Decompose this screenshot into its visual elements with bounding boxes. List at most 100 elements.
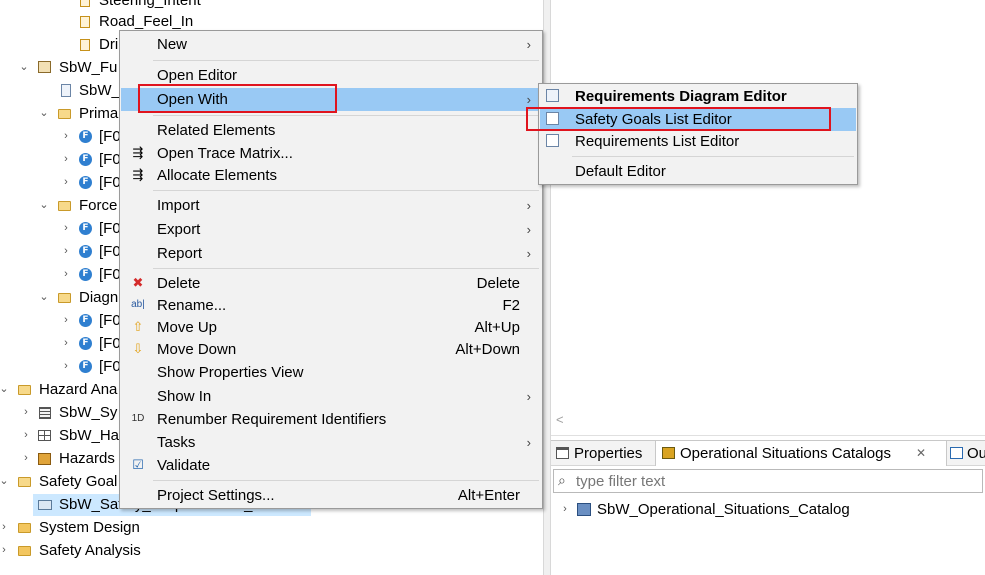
function-icon: F bbox=[79, 314, 92, 327]
filter-input[interactable] bbox=[576, 471, 976, 491]
menu-item-requirements-diagram-editor[interactable]: Requirements Diagram Editor bbox=[540, 85, 856, 108]
model-icon bbox=[38, 500, 52, 510]
folder-icon bbox=[18, 523, 31, 533]
menu-separator bbox=[572, 156, 854, 157]
chevron-down-icon[interactable]: ⌄ bbox=[0, 470, 10, 493]
properties-icon bbox=[556, 447, 569, 459]
port-icon bbox=[80, 0, 90, 7]
diagram-editor-icon bbox=[546, 89, 559, 102]
function-icon: F bbox=[79, 222, 92, 235]
tree-item-operational-situations-catalog[interactable]: › SbW_Operational_Situations_Catalog bbox=[551, 498, 981, 521]
trace-matrix-icon: ⇶ bbox=[132, 145, 144, 160]
menu-item-validate[interactable]: ☑ Validate bbox=[121, 454, 541, 477]
chevron-right-icon[interactable]: › bbox=[60, 125, 72, 148]
folder-open-icon bbox=[18, 385, 31, 395]
menu-item-open-trace-matrix[interactable]: ⇶ Open Trace Matrix... bbox=[121, 142, 541, 165]
close-icon[interactable]: ✕ bbox=[916, 441, 926, 466]
port-icon bbox=[80, 39, 90, 51]
folder-icon bbox=[18, 546, 31, 556]
folder-open-icon bbox=[58, 109, 71, 119]
function-icon: F bbox=[79, 130, 92, 143]
validate-check-icon: ☑ bbox=[132, 457, 144, 472]
chevron-right-icon[interactable]: › bbox=[20, 447, 32, 470]
menu-item-new[interactable]: New › bbox=[121, 33, 541, 56]
view-tab-bar: Properties Operational Situations Catalo… bbox=[551, 440, 985, 466]
chevron-down-icon[interactable]: ⌄ bbox=[38, 286, 50, 309]
menu-item-move-up[interactable]: ⇧ Move Up Alt+Up bbox=[121, 316, 541, 339]
chevron-right-icon[interactable]: › bbox=[60, 240, 72, 263]
function-icon: F bbox=[79, 337, 92, 350]
chevron-right-icon: › bbox=[526, 37, 531, 52]
renumber-icon: 1D bbox=[131, 413, 145, 424]
chevron-right-icon[interactable]: › bbox=[0, 539, 10, 562]
chevron-right-icon: › bbox=[526, 246, 531, 261]
chevron-right-icon[interactable]: › bbox=[60, 263, 72, 286]
chevron-right-icon[interactable]: › bbox=[559, 498, 571, 521]
menu-item-show-in[interactable]: Show In › bbox=[121, 385, 541, 408]
package-icon bbox=[38, 61, 51, 73]
list-icon bbox=[39, 407, 51, 419]
hazards-icon bbox=[38, 453, 51, 465]
chevron-right-icon[interactable]: › bbox=[20, 424, 32, 447]
menu-item-tasks[interactable]: Tasks › bbox=[121, 431, 541, 454]
folder-open-icon bbox=[58, 201, 71, 211]
open-with-submenu: Requirements Diagram Editor Safety Goals… bbox=[538, 83, 858, 185]
chevron-right-icon: › bbox=[526, 389, 531, 404]
tree-item-safety-analysis[interactable]: › Safety Analysis bbox=[0, 539, 540, 562]
menu-item-renumber-requirement-identifiers[interactable]: 1D Renumber Requirement Identifiers bbox=[121, 408, 541, 431]
table-icon bbox=[38, 430, 51, 441]
menu-separator bbox=[153, 268, 539, 269]
menu-separator bbox=[153, 60, 539, 61]
scroll-left-icon[interactable]: < bbox=[556, 412, 564, 427]
menu-item-project-settings[interactable]: Project Settings... Alt+Enter bbox=[121, 484, 541, 507]
diagram-doc-icon bbox=[61, 84, 71, 97]
menu-item-show-properties-view[interactable]: Show Properties View bbox=[121, 361, 541, 384]
menu-item-move-down[interactable]: ⇩ Move Down Alt+Down bbox=[121, 338, 541, 361]
function-icon: F bbox=[79, 268, 92, 281]
allocate-icon: ⇶ bbox=[132, 167, 144, 182]
chevron-right-icon: › bbox=[526, 222, 531, 237]
chevron-down-icon[interactable]: ⌄ bbox=[38, 194, 50, 217]
rename-icon: ab| bbox=[131, 299, 145, 310]
divider bbox=[551, 435, 985, 436]
list-editor-icon bbox=[546, 134, 559, 147]
menu-item-default-editor[interactable]: Default Editor bbox=[540, 160, 856, 183]
chevron-right-icon[interactable]: › bbox=[60, 148, 72, 171]
chevron-right-icon: › bbox=[526, 435, 531, 450]
search-icon: ⌕ bbox=[558, 472, 566, 488]
chevron-right-icon[interactable]: › bbox=[60, 217, 72, 240]
catalog-icon bbox=[577, 503, 591, 516]
chevron-down-icon[interactable]: ⌄ bbox=[18, 56, 30, 79]
menu-item-report[interactable]: Report › bbox=[121, 242, 541, 265]
chevron-down-icon[interactable]: ⌄ bbox=[38, 102, 50, 125]
function-icon: F bbox=[79, 153, 92, 166]
arrow-up-icon: ⇧ bbox=[132, 319, 144, 334]
arrow-down-icon: ⇩ bbox=[132, 341, 144, 356]
folder-open-icon bbox=[18, 477, 31, 487]
tab-outline[interactable]: Ou bbox=[947, 441, 985, 466]
menu-item-requirements-list-editor[interactable]: Requirements List Editor bbox=[540, 130, 856, 153]
tree-item-system-design[interactable]: › System Design bbox=[0, 516, 540, 539]
chevron-right-icon[interactable]: › bbox=[60, 171, 72, 194]
menu-separator bbox=[153, 115, 539, 116]
chevron-right-icon[interactable]: › bbox=[60, 355, 72, 378]
delete-x-icon: ✖ bbox=[132, 275, 144, 290]
menu-item-export[interactable]: Export › bbox=[121, 218, 541, 241]
chevron-right-icon[interactable]: › bbox=[20, 401, 32, 424]
chevron-right-icon[interactable]: › bbox=[60, 309, 72, 332]
tab-operational-situations-catalogs[interactable]: Operational Situations Catalogs ✕ bbox=[655, 441, 947, 466]
menu-item-related-elements[interactable]: Related Elements bbox=[121, 119, 541, 142]
menu-item-import[interactable]: Import › bbox=[121, 194, 541, 217]
menu-item-delete[interactable]: ✖ Delete Delete bbox=[121, 272, 541, 295]
filter-field[interactable]: ⌕ bbox=[553, 469, 983, 493]
tab-properties[interactable]: Properties bbox=[551, 441, 655, 466]
menu-item-rename[interactable]: ab| Rename... F2 bbox=[121, 294, 541, 317]
chevron-right-icon: › bbox=[526, 198, 531, 213]
folder-open-icon bbox=[58, 293, 71, 303]
function-icon: F bbox=[79, 245, 92, 258]
chevron-right-icon[interactable]: › bbox=[0, 516, 10, 539]
menu-item-allocate-elements[interactable]: ⇶ Allocate Elements bbox=[121, 164, 541, 187]
function-icon: F bbox=[79, 176, 92, 189]
chevron-right-icon[interactable]: › bbox=[60, 332, 72, 355]
chevron-down-icon[interactable]: ⌄ bbox=[0, 378, 10, 401]
